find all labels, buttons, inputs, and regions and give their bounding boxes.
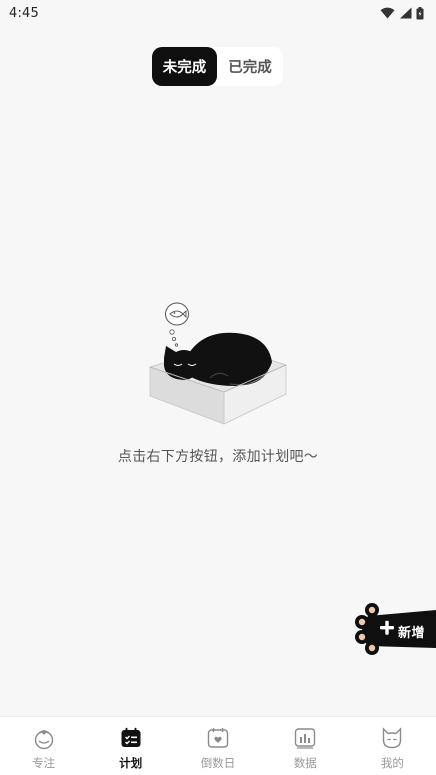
nav-item-profile[interactable]: 我的: [349, 717, 436, 775]
battery-icon: [416, 6, 424, 20]
bar-chart-icon: [293, 726, 317, 750]
nav-label-focus: 专注: [32, 756, 56, 770]
calendar-heart-icon: [206, 726, 230, 750]
add-plan-button[interactable]: 新增: [352, 602, 436, 656]
signal-icon: [399, 7, 412, 19]
tab-incomplete[interactable]: 未完成: [152, 47, 217, 86]
tab-completed[interactable]: 已完成: [217, 47, 283, 86]
nav-item-plan[interactable]: 计划: [87, 717, 174, 775]
wifi-icon: [380, 7, 395, 19]
status-time: 4:45: [9, 5, 39, 21]
nav-label-stats: 数据: [293, 756, 317, 770]
plan-status-tabs: 未完成 已完成: [152, 47, 283, 86]
nav-item-focus[interactable]: 专注: [0, 717, 87, 775]
add-plan-label: 新增: [398, 626, 426, 641]
nav-item-countdown[interactable]: 倒数日: [174, 717, 261, 775]
nav-item-stats[interactable]: 数据: [262, 717, 349, 775]
sleeping-cat-illustration: [146, 300, 291, 428]
status-bar: 4:45: [0, 0, 436, 26]
tomato-icon: [32, 726, 56, 750]
empty-state-message: 点击右下方按钮，添加计划吧～: [117, 449, 319, 465]
bottom-navigation: 专注 计划 倒数日 数据 我的: [0, 716, 436, 775]
status-icons: [380, 6, 424, 20]
cat-face-icon: [380, 726, 404, 750]
calendar-list-icon: [119, 726, 143, 750]
nav-label-plan: 计划: [119, 756, 143, 770]
nav-label-profile: 我的: [380, 756, 404, 770]
nav-label-countdown: 倒数日: [200, 756, 236, 770]
